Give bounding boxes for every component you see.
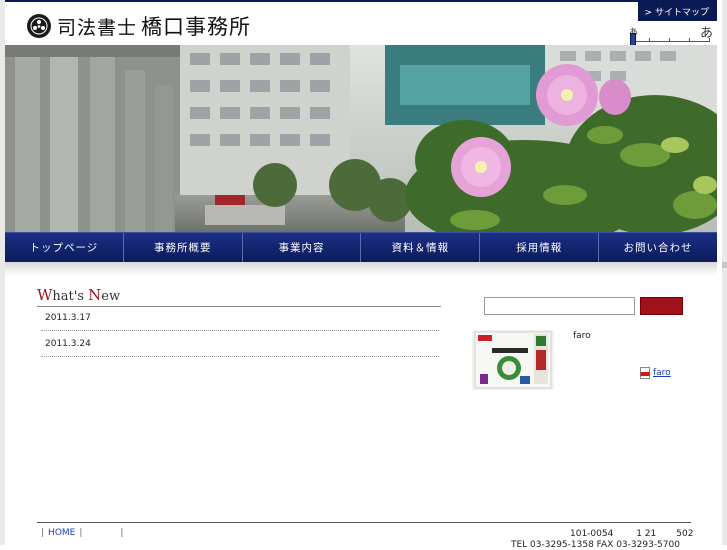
- footer-home-link[interactable]: HOME: [48, 528, 75, 538]
- heading-text-2: ew: [101, 289, 121, 304]
- footer-separator: |: [79, 528, 83, 538]
- slider-tick: [709, 38, 710, 42]
- nav-item-recruitment[interactable]: 採用情報: [480, 233, 600, 262]
- news-date: 2011.3.24: [45, 339, 91, 349]
- nav-item-office-overview[interactable]: 事務所概要: [124, 233, 243, 262]
- slider-track: [632, 41, 710, 42]
- slider-tick: [649, 38, 650, 42]
- news-item[interactable]: 2011.3.17: [41, 306, 439, 331]
- footer-separator: |: [120, 528, 124, 538]
- footer-tel-fax: TEL 03-3295-1358 FAX 03-3293-5700: [511, 540, 680, 550]
- font-size-slider[interactable]: あ あ: [629, 24, 713, 47]
- scrollbar-thumb[interactable]: [722, 262, 727, 268]
- scrollbar[interactable]: [722, 262, 727, 545]
- logo-prefix: 司法書士: [57, 17, 138, 39]
- font-size-large-label: あ: [699, 26, 713, 41]
- sitemap-label: サイトマップ: [654, 8, 709, 18]
- faro-title: faro: [573, 331, 591, 341]
- footer-divider: [37, 522, 691, 523]
- whats-new-heading: What's New: [37, 286, 441, 307]
- news-item[interactable]: 2011.3.24: [41, 332, 439, 357]
- hero-image: [5, 45, 717, 232]
- site-header: 司法書士橋口事務所 >サイトマップ あ あ: [5, 0, 717, 47]
- nav-shadow: [5, 262, 717, 276]
- global-nav: トップページ 事務所概要 事業内容 資料＆情報 採用情報 お問い合わせ: [5, 232, 717, 263]
- footer-address: 101-0054 1 21 502: [570, 529, 694, 539]
- footer-nav: | HOME | |: [37, 528, 127, 538]
- nav-item-services[interactable]: 事業内容: [243, 233, 362, 262]
- sitemap-link[interactable]: > サイトマップ: [638, 2, 717, 21]
- search-button[interactable]: [640, 297, 683, 315]
- faro-pdf-link[interactable]: faro: [640, 367, 687, 379]
- heading-cap-w: W: [37, 286, 53, 304]
- logo-text: 司法書士 橋口事務所: [57, 11, 251, 41]
- heading-cap-n: N: [88, 286, 102, 304]
- faro-pdf-link-text: faro: [653, 368, 671, 378]
- nav-item-resources[interactable]: 資料＆情報: [361, 233, 481, 262]
- footer-separator: |: [41, 528, 45, 538]
- crest-icon: [27, 14, 51, 38]
- heading-text-1: hat's: [52, 289, 89, 304]
- search-input[interactable]: [484, 297, 635, 315]
- slider-tick: [669, 38, 670, 42]
- pdf-icon: [640, 367, 650, 379]
- nav-item-top[interactable]: トップページ: [5, 233, 124, 262]
- chevron-right-icon: >: [644, 8, 652, 18]
- faro-book-image[interactable]: [472, 330, 554, 390]
- news-date: 2011.3.17: [45, 313, 91, 323]
- nav-item-contact[interactable]: お問い合わせ: [599, 233, 717, 262]
- site-logo[interactable]: 司法書士 橋口事務所: [27, 11, 251, 41]
- slider-tick: [689, 38, 690, 42]
- logo-office-name: 橋口事務所: [141, 15, 252, 39]
